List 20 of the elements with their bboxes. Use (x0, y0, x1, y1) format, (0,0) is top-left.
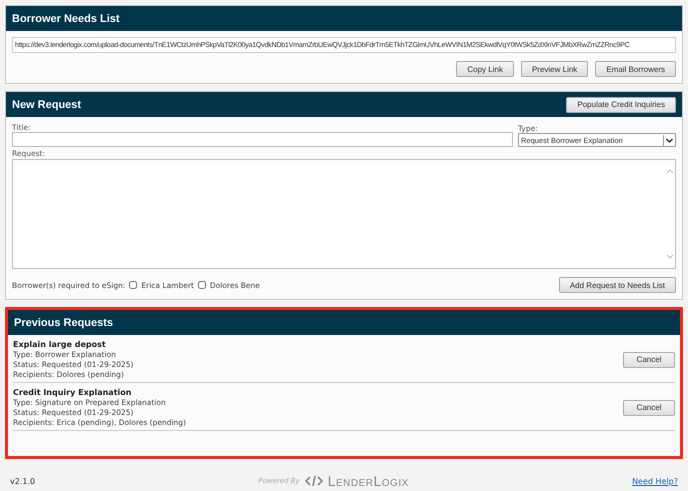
help-link[interactable]: Need Help? (632, 476, 678, 486)
dropdown-caret-icon (663, 134, 675, 146)
panel-title: Borrower Needs List (12, 12, 120, 24)
action-button[interactable]: Email Borrowers (595, 61, 676, 77)
code-brackets-icon (304, 475, 323, 487)
cancel-button[interactable]: Cancel (623, 352, 675, 368)
request-title: Credit Inquiry Explanation (13, 388, 132, 397)
add-request-button[interactable]: Add Request to Needs List (558, 277, 676, 293)
version-text: v2.1.0 (10, 476, 36, 486)
populate-button[interactable]: Populate Credit Inquiries (566, 96, 676, 112)
checkbox[interactable] (129, 281, 138, 289)
action-button[interactable]: Copy Link (456, 61, 514, 77)
cancel-button[interactable]: Cancel (623, 400, 675, 416)
panel-title: Previous Requests (14, 316, 114, 328)
brand-name: LenderLogix (328, 473, 409, 489)
title-field[interactable] (12, 132, 513, 147)
request-title: Explain large depost (13, 340, 107, 349)
panel-title: New Request (12, 98, 82, 110)
action-button[interactable]: Preview Link (520, 61, 588, 77)
checkbox[interactable] (198, 281, 206, 289)
